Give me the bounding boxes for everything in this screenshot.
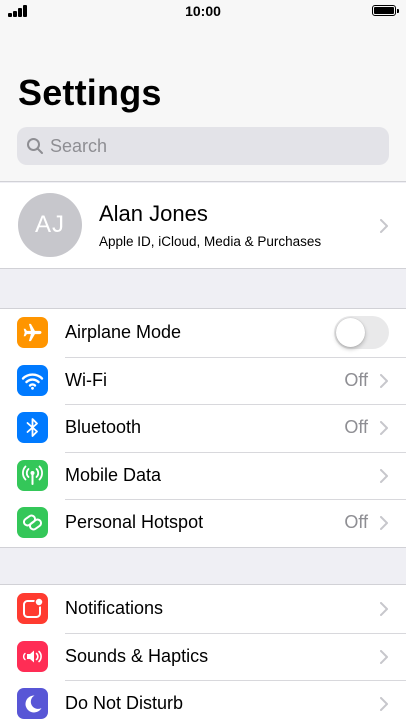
row-value: Off (344, 512, 368, 532)
row-label: Wi-Fi (65, 369, 107, 390)
row-label: Airplane Mode (65, 322, 182, 342)
search-input[interactable] (50, 127, 380, 165)
row-sounds-haptics[interactable]: Sounds & Haptics (0, 632, 406, 681)
hotspot-icon (17, 507, 48, 538)
status-time: 10:00 (185, 3, 221, 19)
profile-subtitle: Apple ID, iCloud, Media & Purchases (99, 234, 322, 249)
airplane-mode-toggle[interactable] (334, 316, 389, 349)
system-group: Notifications Sounds & Haptics Do Not Di… (0, 584, 406, 722)
antenna-icon (17, 459, 48, 491)
row-label: Personal Hotspot (65, 512, 204, 532)
chevron-right-icon (380, 219, 388, 233)
airplane-icon (17, 317, 48, 348)
wifi-icon (17, 364, 48, 396)
chevron-right-icon (380, 421, 388, 435)
chevron-right-icon (380, 468, 388, 483)
row-label: Mobile Data (65, 464, 162, 485)
bluetooth-icon (17, 412, 48, 443)
search-bar[interactable] (17, 127, 389, 165)
status-bar: 10:00 (0, 0, 406, 22)
row-value: Off (344, 369, 368, 390)
chevron-right-icon (380, 602, 388, 616)
row-value: Off (344, 417, 368, 437)
chevron-right-icon (380, 649, 388, 664)
apple-id-row[interactable]: AJ Alan Jones Apple ID, iCloud, Media & … (0, 183, 406, 269)
row-do-not-disturb[interactable]: Do Not Disturb (0, 680, 406, 722)
battery-icon (372, 5, 399, 16)
row-label: Bluetooth (65, 417, 142, 437)
toggle-knob (336, 318, 365, 347)
row-bluetooth[interactable]: Bluetooth Off (0, 404, 406, 452)
chevron-right-icon (380, 373, 388, 388)
row-wifi[interactable]: Wi-Fi Off (0, 356, 406, 405)
row-mobile-data[interactable]: Mobile Data (0, 451, 406, 500)
header: Settings (0, 22, 406, 182)
profile-name: Alan Jones (99, 201, 208, 226)
row-label: Notifications (65, 598, 164, 618)
speaker-icon (17, 640, 48, 672)
notifications-icon (17, 593, 48, 624)
page-title: Settings (18, 72, 162, 113)
moon-icon (17, 688, 48, 719)
chevron-right-icon (380, 516, 388, 530)
chevron-right-icon (380, 697, 388, 711)
search-icon (27, 138, 43, 154)
settings-screen: 10:00 Settings AJ Alan Jones Apple ID, i… (0, 0, 406, 722)
avatar: AJ (18, 193, 82, 257)
row-notifications[interactable]: Notifications (0, 585, 406, 633)
row-personal-hotspot[interactable]: Personal Hotspot Off (0, 499, 406, 547)
row-airplane-mode[interactable]: Airplane Mode (0, 309, 406, 357)
connectivity-group: Airplane Mode Wi-Fi Off Bluetooth Off Mo… (0, 308, 406, 548)
row-label: Sounds & Haptics (65, 645, 209, 666)
row-label: Do Not Disturb (65, 693, 184, 713)
